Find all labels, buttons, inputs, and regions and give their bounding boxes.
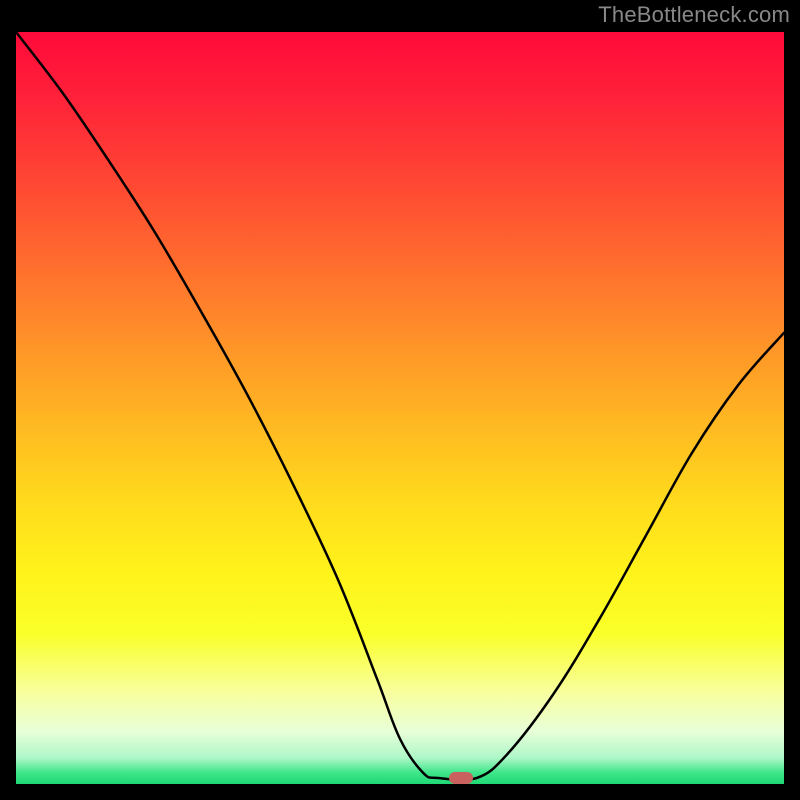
bottleneck-curve — [16, 32, 784, 780]
chart-frame — [8, 24, 792, 792]
curve-svg — [16, 32, 784, 784]
plot-area — [16, 32, 784, 784]
valley-marker — [449, 772, 473, 784]
